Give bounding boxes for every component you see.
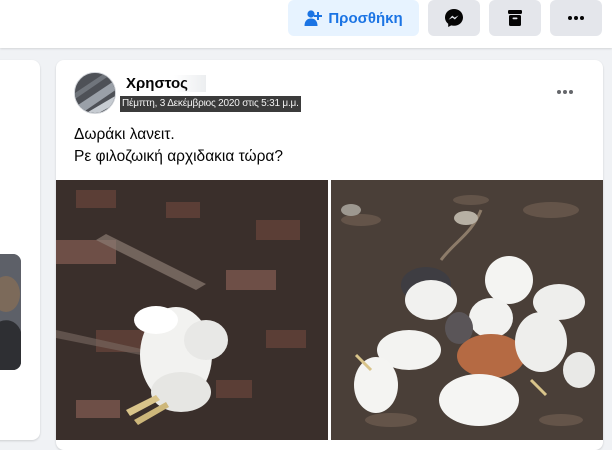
caption-line-2: Ρε φιλοζωική αρχιδακια τώρα? (74, 148, 284, 165)
messenger-icon (445, 9, 463, 27)
more-dots-icon (568, 16, 584, 20)
top-bar: Προσθήκη (0, 0, 612, 48)
messenger-button[interactable] (428, 0, 480, 36)
archive-icon (508, 10, 522, 26)
more-button[interactable] (550, 0, 602, 36)
post-options-button[interactable] (548, 78, 582, 106)
avatar[interactable] (74, 72, 116, 114)
add-friend-button[interactable]: Προσθήκη (288, 0, 419, 36)
archive-button[interactable] (489, 0, 541, 36)
post-timestamp[interactable]: Πέμπτη, 3 Δεκέμβριος 2020 στις 5:31 μ.μ. (120, 96, 301, 112)
left-thumbnail[interactable] (0, 254, 21, 370)
post-card: Χρηστος Πέμπτη, 3 Δεκέμβριος 2020 στις 5… (56, 60, 603, 450)
add-friend-label: Προσθήκη (328, 9, 403, 27)
left-sidebar-card (0, 60, 40, 440)
more-dots-icon (557, 90, 573, 94)
add-friend-icon (304, 10, 323, 26)
post-photo-right[interactable] (331, 180, 603, 440)
post-caption: Δωράκι λανειτ. Ρε φιλοζωική αρχιδακια τώ… (74, 124, 574, 168)
caption-line-1: Δωράκι λανειτ. (74, 126, 175, 143)
post-photo-left[interactable] (56, 180, 328, 440)
post-author[interactable]: Χρηστος (126, 75, 206, 92)
